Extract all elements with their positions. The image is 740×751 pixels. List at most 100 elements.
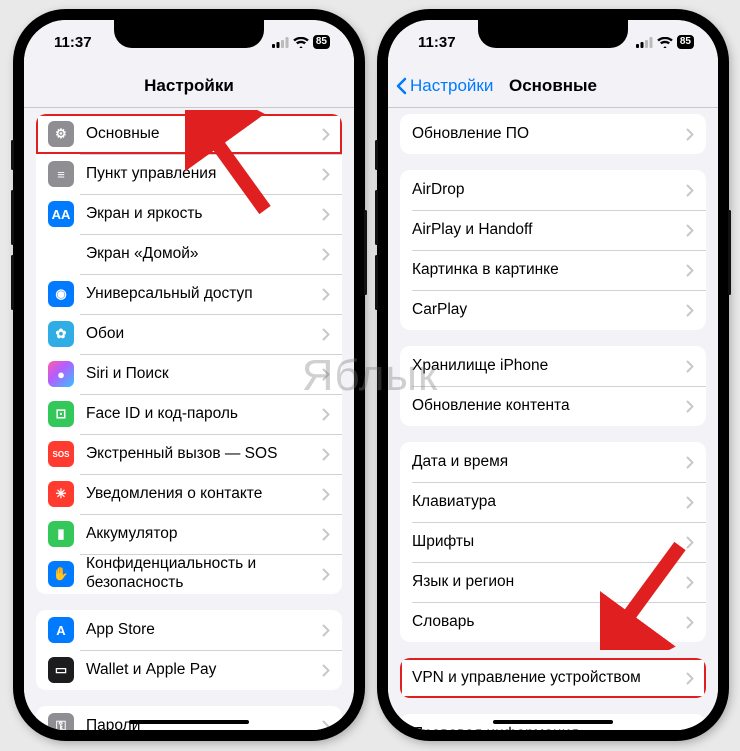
row-label: Картинка в картинке: [412, 261, 686, 280]
settings-row[interactable]: ⊡Face ID и код-пароль: [36, 394, 342, 434]
chevron-right-icon: [686, 672, 694, 685]
chevron-right-icon: [686, 536, 694, 549]
settings-row[interactable]: ⚿Пароли: [36, 706, 342, 730]
battery-icon: 85: [313, 35, 330, 49]
chevron-right-icon: [686, 224, 694, 237]
chevron-right-icon: [686, 456, 694, 469]
chevron-right-icon: [322, 168, 330, 181]
settings-row[interactable]: AA Экран и яркость: [36, 194, 342, 234]
notch: [114, 20, 264, 48]
home-indicator[interactable]: [493, 720, 613, 724]
settings-row[interactable]: SOS Экстренный вызов — SOS: [36, 434, 342, 474]
settings-row[interactable]: Шрифты: [400, 522, 706, 562]
row-label: Уведомления о контакте: [86, 485, 322, 504]
battery-icon: ▮: [48, 521, 74, 547]
text-size-icon: AA: [48, 201, 74, 227]
clock: 11:37: [54, 34, 92, 51]
chevron-right-icon: [322, 128, 330, 141]
key-icon: ⚿: [48, 713, 74, 730]
settings-row[interactable]: Язык и регион: [400, 562, 706, 602]
row-label: AirDrop: [412, 181, 686, 200]
chevron-left-icon: [396, 77, 408, 95]
sliders-icon: ≡: [48, 161, 74, 187]
settings-row[interactable]: ▭Wallet и Apple Pay: [36, 650, 342, 690]
row-label: App Store: [86, 621, 322, 640]
appstore-icon: A: [48, 617, 74, 643]
settings-row[interactable]: ≡Пункт управления: [36, 154, 342, 194]
row-label: Обновление ПО: [412, 125, 686, 144]
row-label: Face ID и код-пароль: [86, 405, 322, 424]
back-button[interactable]: Настройки: [396, 76, 493, 96]
settings-row[interactable]: VPN и управление устройством: [400, 658, 706, 698]
row-label: Аккумулятор: [86, 525, 322, 544]
chevron-right-icon: [322, 368, 330, 381]
row-label: Основные: [86, 125, 322, 144]
settings-row[interactable]: Словарь: [400, 602, 706, 642]
chevron-right-icon: [322, 328, 330, 341]
chevron-right-icon: [322, 624, 330, 637]
wifi-icon: [657, 37, 673, 48]
settings-row[interactable]: ✳︎ Уведомления о контакте: [36, 474, 342, 514]
settings-row[interactable]: ◉Универсальный доступ: [36, 274, 342, 314]
navbar: Настройки Основные: [388, 64, 718, 108]
cellular-icon: [636, 37, 653, 48]
settings-row[interactable]: ✋Конфиденциальность и безопасность: [36, 554, 342, 594]
row-label: CarPlay: [412, 301, 686, 320]
page-title: Основные: [509, 76, 597, 96]
settings-row[interactable]: Клавиатура: [400, 482, 706, 522]
chevron-right-icon: [322, 568, 330, 581]
home-indicator[interactable]: [129, 720, 249, 724]
sos-icon: SOS: [48, 441, 74, 467]
settings-row[interactable]: CarPlay: [400, 290, 706, 330]
settings-row[interactable]: A App Store: [36, 610, 342, 650]
settings-row[interactable]: Обновление контента: [400, 386, 706, 426]
settings-row[interactable]: Хранилище iPhone: [400, 346, 706, 386]
back-label: Настройки: [410, 76, 493, 96]
settings-row[interactable]: Обновление ПО: [400, 114, 706, 154]
chevron-right-icon: [686, 264, 694, 277]
settings-row[interactable]: Дата и время: [400, 442, 706, 482]
settings-row[interactable]: Картинка в картинке: [400, 250, 706, 290]
settings-row[interactable]: ✿ Обои: [36, 314, 342, 354]
chevron-right-icon: [322, 448, 330, 461]
row-label: Шрифты: [412, 533, 686, 552]
row-label: Обновление контента: [412, 397, 686, 416]
row-label: Обои: [86, 325, 322, 344]
settings-row[interactable]: ▮ Аккумулятор: [36, 514, 342, 554]
chevron-right-icon: [322, 208, 330, 221]
grid-icon: ▦: [48, 241, 74, 267]
chevron-right-icon: [322, 488, 330, 501]
row-label: Конфиденциальность и безопасность: [86, 555, 322, 592]
wifi-icon: [293, 37, 309, 48]
siri-icon: ●: [48, 361, 74, 387]
row-label: Экран и яркость: [86, 205, 322, 224]
row-label: Экстренный вызов — SOS: [86, 445, 322, 464]
chevron-right-icon: [322, 288, 330, 301]
settings-row[interactable]: AirPlay и Handoff: [400, 210, 706, 250]
gear-icon: ⚙︎: [48, 121, 74, 147]
chevron-right-icon: [322, 408, 330, 421]
row-label: Хранилище iPhone: [412, 357, 686, 376]
phone-left: 11:37 85 Настройки ⚙︎ Основные ≡Пункт упра…: [14, 10, 364, 740]
clock: 11:37: [418, 34, 456, 51]
row-label: Язык и регион: [412, 573, 686, 592]
page-title: Настройки: [144, 76, 234, 96]
chevron-right-icon: [322, 528, 330, 541]
settings-list[interactable]: ⚙︎ Основные ≡Пункт управления AA Экран и ярк…: [24, 108, 354, 730]
notch: [478, 20, 628, 48]
chevron-right-icon: [322, 720, 330, 731]
flower-icon: ✿: [48, 321, 74, 347]
chevron-right-icon: [322, 248, 330, 261]
row-label: AirPlay и Handoff: [412, 221, 686, 240]
wallet-icon: ▭: [48, 657, 74, 683]
general-list[interactable]: Обновление ПО AirDrop AirPlay и Handoff Ка…: [388, 108, 718, 730]
row-label: Экран «Домой»: [86, 245, 322, 264]
chevron-right-icon: [686, 576, 694, 589]
settings-row[interactable]: ●Siri и Поиск: [36, 354, 342, 394]
settings-row[interactable]: ▦ Экран «Домой»: [36, 234, 342, 274]
settings-row[interactable]: ⚙︎ Основные: [36, 114, 342, 154]
settings-row[interactable]: AirDrop: [400, 170, 706, 210]
row-label: Словарь: [412, 613, 686, 632]
chevron-right-icon: [686, 184, 694, 197]
exposure-icon: ✳︎: [48, 481, 74, 507]
